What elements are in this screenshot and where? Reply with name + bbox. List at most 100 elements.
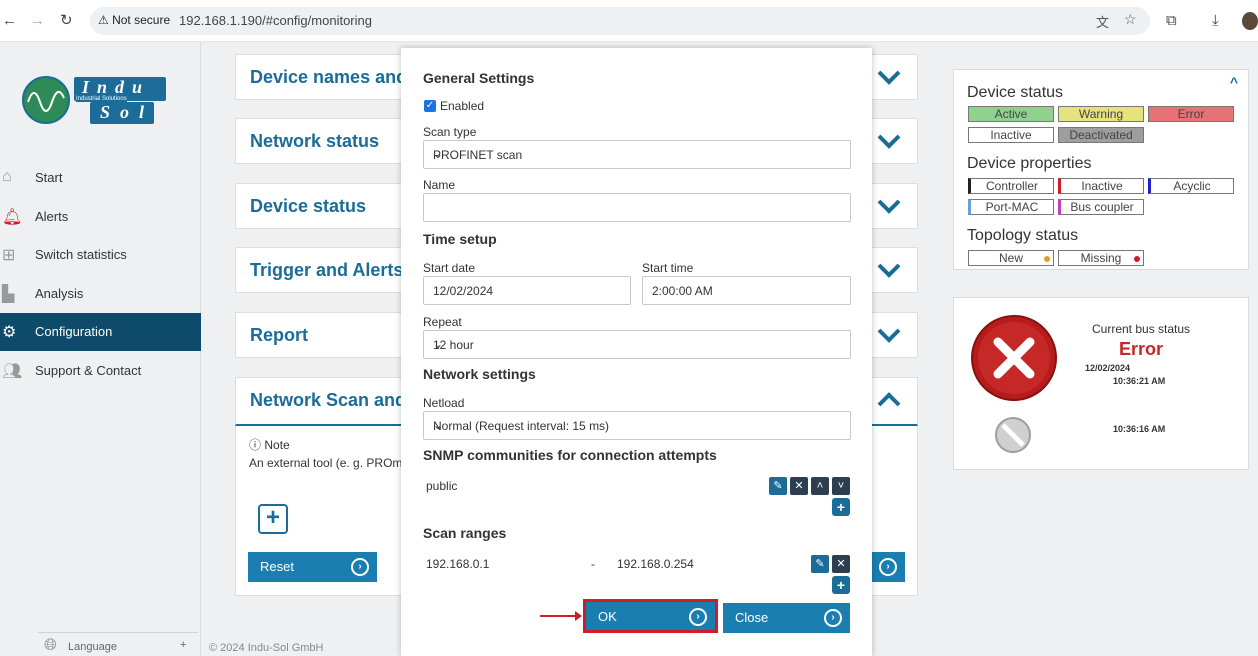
scan-type-select[interactable]: PROFINET scan ⌄ xyxy=(423,140,851,169)
start-time-input[interactable]: 2:00:00 AM xyxy=(642,276,851,305)
start-date-label: Start date xyxy=(423,261,476,275)
name-label: Name xyxy=(423,178,456,192)
chevron-right-icon: › xyxy=(351,558,369,576)
sidebar-item-label: Alerts xyxy=(35,209,69,224)
add-range-icon[interactable]: + xyxy=(832,576,850,594)
scan-ranges-heading: Scan ranges xyxy=(423,525,507,541)
property-bus-coupler: Bus coupler xyxy=(1058,199,1144,215)
scan-settings-dialog: General Settings ✓ Enabled Scan type PRO… xyxy=(401,48,872,656)
delete-icon[interactable]: ✕ xyxy=(790,477,808,495)
logo-text-top: Indu xyxy=(82,77,151,97)
bus-status-card: Current bus status Error 12/02/2024 10:3… xyxy=(953,297,1249,470)
security-label: Not secure xyxy=(112,13,171,27)
chevron-up-icon[interactable]: ^ xyxy=(1230,74,1238,90)
note-label: Note xyxy=(264,438,290,452)
security-indicator[interactable]: ⚠ Not secure xyxy=(98,13,170,27)
repeat-label: Repeat xyxy=(423,315,462,329)
scan-type-label: Scan type xyxy=(423,125,477,139)
reset-button[interactable]: Reset › xyxy=(248,552,377,582)
property-acyclic: Acyclic xyxy=(1148,178,1234,194)
sidebar-item-support[interactable]: 👥︎ Support & Contact xyxy=(0,352,201,390)
topology-new-label: New xyxy=(998,251,1023,265)
reload-icon[interactable]: ↻ xyxy=(60,11,73,31)
repeat-select[interactable]: 12 hour ⌄ xyxy=(423,330,851,359)
add-scan-button[interactable]: + xyxy=(258,504,288,534)
chevron-down-icon[interactable] xyxy=(875,131,903,151)
start-date-input[interactable]: 12/02/2024 xyxy=(423,276,631,305)
chevron-down-icon: ⌄ xyxy=(433,147,444,161)
start-time-label: Start time xyxy=(642,261,694,275)
sidebar-item-start[interactable]: ⌂ Start xyxy=(0,159,201,197)
previous-status-time: 10:36:16 AM xyxy=(1113,424,1166,434)
device-properties-title: Device properties xyxy=(967,155,1092,172)
bell-icon: 🔔︎ xyxy=(2,209,23,226)
language-selector[interactable]: 🌐︎ Language + xyxy=(38,632,198,656)
star-icon[interactable]: ☆ xyxy=(1124,11,1137,28)
note-heading: ⓘ Note xyxy=(249,436,290,453)
name-input[interactable] xyxy=(423,193,851,222)
chevron-down-icon[interactable] xyxy=(875,67,903,87)
time-setup-heading: Time setup xyxy=(423,231,497,247)
netload-select[interactable]: Normal (Request interval: 15 ms) ⌄ xyxy=(423,411,851,440)
annotation-arrow xyxy=(540,611,582,621)
topology-missing-label: Missing xyxy=(1080,251,1122,265)
url-text[interactable]: 192.168.1.190/#config/monitoring xyxy=(179,13,372,28)
chevron-up-icon[interactable] xyxy=(875,390,903,410)
info-icon: ⓘ xyxy=(249,438,262,452)
device-status-legend-card: ^ Device status Active Warning Error Ina… xyxy=(953,69,1249,270)
sidebar-item-configuration[interactable]: ⚙ Configuration xyxy=(0,313,201,351)
panel-title: Report xyxy=(250,325,308,345)
missing-dot-icon xyxy=(1134,256,1140,262)
panel-title: Trigger and Alerts xyxy=(250,260,404,280)
download-icon[interactable]: ⤓ xyxy=(1212,11,1219,31)
status-active: Active xyxy=(968,106,1054,122)
panel-title: Network status xyxy=(250,131,380,151)
bus-status-date: 12/02/2024 xyxy=(1085,363,1131,373)
sidebar-item-switch-statistics[interactable]: ⊞ Switch statistics xyxy=(0,236,201,274)
address-bar[interactable]: ⚠ Not secure 192.168.1.190/#config/monit… xyxy=(90,7,1150,35)
chevron-down-icon[interactable] xyxy=(875,196,903,216)
logo-text-bottom: Sol xyxy=(100,102,155,122)
close-button[interactable]: Close › xyxy=(723,603,850,633)
delete-range-icon[interactable]: ✕ xyxy=(832,555,850,573)
chevron-right-icon: › xyxy=(879,558,897,576)
chevron-down-icon[interactable] xyxy=(875,260,903,280)
bus-status-time: 10:36:21 AM xyxy=(1113,376,1166,386)
translate-icon[interactable]: 文 xyxy=(1096,12,1109,31)
enabled-checkbox[interactable]: ✓ xyxy=(424,100,436,112)
edit-icon[interactable]: ✎ xyxy=(769,477,787,495)
avatar[interactable] xyxy=(1242,12,1258,30)
chevron-down-icon: ⌄ xyxy=(433,337,444,351)
forward-arrow-icon[interactable]: → xyxy=(30,11,45,31)
property-inactive: Inactive xyxy=(1058,178,1144,194)
gears-icon: ⚙ xyxy=(2,324,17,341)
secondary-action-button[interactable]: › xyxy=(872,552,905,582)
network-settings-heading: Network settings xyxy=(423,366,536,382)
indusol-logo[interactable]: Indu Industrial Solutions Sol xyxy=(22,74,170,126)
sidebar-item-label: Configuration xyxy=(35,324,113,339)
extensions-icon[interactable]: ⧉ xyxy=(1166,11,1177,31)
network-icon: ⊞ xyxy=(2,247,16,264)
back-arrow-icon[interactable]: ← xyxy=(2,11,17,31)
language-expand[interactable]: + xyxy=(180,639,186,651)
panel-title: Network Scan and xyxy=(250,390,407,410)
sidebar: Indu Industrial Solutions Sol ⌂ Start 🔔︎… xyxy=(0,42,201,656)
sidebar-item-analysis[interactable]: ▙ Analysis xyxy=(0,275,201,313)
disabled-icon xyxy=(995,417,1031,453)
error-x-icon xyxy=(971,315,1057,401)
add-community-icon[interactable]: + xyxy=(832,498,850,516)
edit-range-icon[interactable]: ✎ xyxy=(811,555,829,573)
bus-status-title: Current bus status xyxy=(1092,322,1191,336)
chevron-down-icon[interactable] xyxy=(875,325,903,345)
sidebar-item-alerts[interactable]: 🔔︎ Alerts xyxy=(0,198,201,236)
panel-title: Device status xyxy=(250,196,367,216)
note-text: An external tool (e. g. PROm xyxy=(249,456,403,470)
move-down-icon[interactable]: ˅ xyxy=(832,477,850,495)
footer-copyright: © 2024 Indu-Sol GmbH xyxy=(209,642,324,654)
status-deactivated: Deactivated xyxy=(1058,127,1144,143)
panel-title: Device names and xyxy=(250,67,408,87)
snmp-community-value: public xyxy=(426,479,458,493)
range-separator: - xyxy=(591,557,595,571)
new-dot-icon xyxy=(1044,256,1050,262)
move-up-icon[interactable]: ˄ xyxy=(811,477,829,495)
